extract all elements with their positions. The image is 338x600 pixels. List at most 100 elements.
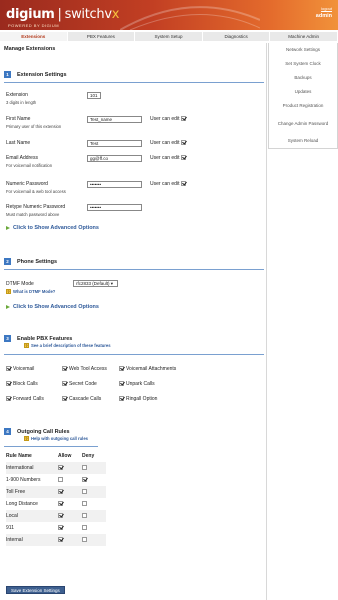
brand-separator: | <box>57 7 62 22</box>
email-input[interactable]: gg@ff.co <box>87 155 142 162</box>
extension-input[interactable]: 101 <box>87 92 101 99</box>
section-phone-settings-header: 2 Phone Settings <box>4 258 266 265</box>
feature-checkbox[interactable] <box>6 366 11 372</box>
dtmf-mode-label: DTMF Mode <box>6 281 34 287</box>
email-user-can-edit: User can edit <box>150 155 188 161</box>
rule-name: Local <box>6 510 58 522</box>
deny-checkbox[interactable] <box>82 525 87 531</box>
current-user: admin <box>315 13 332 19</box>
deny-checkbox[interactable] <box>82 489 87 495</box>
feature-label: Unpark Calls <box>126 381 155 387</box>
tab-pbx-features[interactable]: PBX Features <box>67 32 136 41</box>
user-can-edit-checkbox[interactable] <box>180 181 186 187</box>
feature-web-tool-access[interactable]: Web Tool Access <box>62 366 107 372</box>
user-can-edit-checkbox[interactable] <box>180 140 186 146</box>
last-name-label: Last Name <box>6 140 31 146</box>
email-label: Email Address <box>6 155 38 161</box>
feature-unpark-calls[interactable]: Unpark Calls <box>119 381 155 387</box>
allow-checkbox[interactable] <box>58 513 63 519</box>
feature-ringall-option[interactable]: Ringall Option <box>119 396 157 402</box>
brand-logo: digium | switchvx <box>6 7 119 22</box>
feature-checkbox[interactable] <box>62 381 67 387</box>
rule-name: Long Distance <box>6 501 38 507</box>
user-can-edit-label: User can edit <box>150 116 180 122</box>
first-name-input[interactable]: Test_name <box>87 116 142 123</box>
allow-checkbox[interactable] <box>58 465 63 471</box>
user-can-edit-label: User can edit <box>150 155 180 161</box>
feature-voicemail[interactable]: Voicemail <box>6 366 34 372</box>
brand-switchvox: switchv <box>64 7 112 22</box>
first-name-hint: Primary user of this extension <box>6 124 62 129</box>
feature-block-calls[interactable]: Block Calls <box>6 381 38 387</box>
feature-checkbox[interactable] <box>62 366 67 372</box>
feature-checkbox[interactable] <box>6 381 11 387</box>
allow-cell <box>58 534 82 546</box>
allow-checkbox[interactable] <box>58 477 63 483</box>
section-title: Outgoing Call Rules <box>17 428 70 435</box>
feature-forward-calls[interactable]: Forward Calls <box>6 396 44 402</box>
feature-label: Voicemail Attachments <box>126 366 177 372</box>
show-advanced-phone-options-link[interactable]: Click to Show Advanced Options <box>6 304 99 310</box>
deny-checkbox[interactable] <box>82 513 87 519</box>
brand-digium: digium <box>6 7 55 22</box>
feature-checkbox[interactable] <box>6 396 11 402</box>
allow-cell <box>58 510 82 522</box>
retype-password-input[interactable]: ••••••• <box>87 204 142 211</box>
last-name-user-can-edit: User can edit <box>150 140 188 146</box>
sidebar-item-backups[interactable]: Backups <box>269 71 337 85</box>
sidebar-item-product-registration[interactable]: Product Registration <box>269 99 337 113</box>
tab-diagnostics[interactable]: Diagnostics <box>202 32 271 41</box>
sidebar-item-updates[interactable]: Updates <box>269 85 337 99</box>
sidebar-item-network-settings[interactable]: Network Settings <box>269 43 337 57</box>
feature-checkbox[interactable] <box>119 381 124 387</box>
dtmf-help-link[interactable]: ? What is DTMF Mode? <box>6 289 55 295</box>
allow-checkbox[interactable] <box>58 525 63 531</box>
deny-checkbox[interactable] <box>82 537 87 543</box>
feature-checkbox[interactable] <box>119 366 124 372</box>
column-divider <box>266 43 267 600</box>
deny-cell <box>82 462 106 474</box>
section-outgoing-rules-header: 4 Outgoing Call Rules <box>4 428 266 435</box>
numeric-password-input[interactable]: ••••••• <box>87 181 142 188</box>
feature-cascade-calls[interactable]: Cascade Calls <box>62 396 101 402</box>
rule-name: 1-900 Numbers <box>6 477 41 483</box>
tab-machine-admin[interactable]: Machine Admin <box>270 32 338 41</box>
tab-extensions[interactable]: Extensions <box>0 32 68 41</box>
pbx-features-help-link[interactable]: ? See a brief description of these featur… <box>24 343 111 349</box>
deny-checkbox[interactable] <box>82 465 87 471</box>
allow-checkbox[interactable] <box>58 501 63 507</box>
section-divider <box>4 354 264 355</box>
numeric-password-label: Numeric Password <box>6 181 48 187</box>
feature-checkbox[interactable] <box>62 396 67 402</box>
feature-voicemail-attachments[interactable]: Voicemail Attachments <box>119 366 176 372</box>
feature-checkbox[interactable] <box>119 396 124 402</box>
last-name-input[interactable]: Test <box>87 140 142 147</box>
retype-password-hint: Must match password above <box>6 212 60 217</box>
deny-checkbox[interactable] <box>82 477 87 483</box>
outgoing-rules-help-label: Help with outgoing call rules <box>31 436 88 441</box>
user-can-edit-checkbox[interactable] <box>180 155 186 161</box>
outgoing-rules-help-link[interactable]: ? Help with outgoing call rules <box>24 436 88 442</box>
show-advanced-options-link[interactable]: Click to Show Advanced Options <box>6 225 99 231</box>
sidebar-item-system-reload[interactable]: System Reload <box>269 134 337 148</box>
feature-label: Web Tool Access <box>69 366 107 372</box>
allow-checkbox[interactable] <box>58 537 63 543</box>
help-icon: ? <box>6 289 11 295</box>
sidebar-item-change-admin-password[interactable]: Change Admin Password <box>269 113 337 134</box>
feature-secret-code[interactable]: Secret Code <box>62 381 97 387</box>
tab-system-setup[interactable]: System Setup <box>135 32 203 41</box>
main-nav: Extensions PBX Features System Setup Dia… <box>0 32 338 41</box>
deny-checkbox[interactable] <box>82 501 87 507</box>
help-icon: ? <box>24 436 29 442</box>
allow-checkbox[interactable] <box>58 489 63 495</box>
feature-label: Block Calls <box>13 381 38 387</box>
sidebar-item-set-system-clock[interactable]: Set System Clock <box>269 57 337 71</box>
column-header-allow: Allow <box>58 453 72 459</box>
table-row: 1-900 Numbers <box>6 474 106 486</box>
outgoing-rules-table: Rule Name Allow Deny International 1-900… <box>6 450 106 546</box>
save-extension-settings-button[interactable]: Save Extension Settings <box>6 586 65 594</box>
dtmf-mode-select[interactable]: rfc2833 (Default) ▾ <box>73 280 118 287</box>
numeric-password-hint: For voicemail & web tool access <box>6 189 66 194</box>
user-can-edit-checkbox[interactable] <box>180 116 186 122</box>
logout-link[interactable]: logout <box>321 6 332 11</box>
